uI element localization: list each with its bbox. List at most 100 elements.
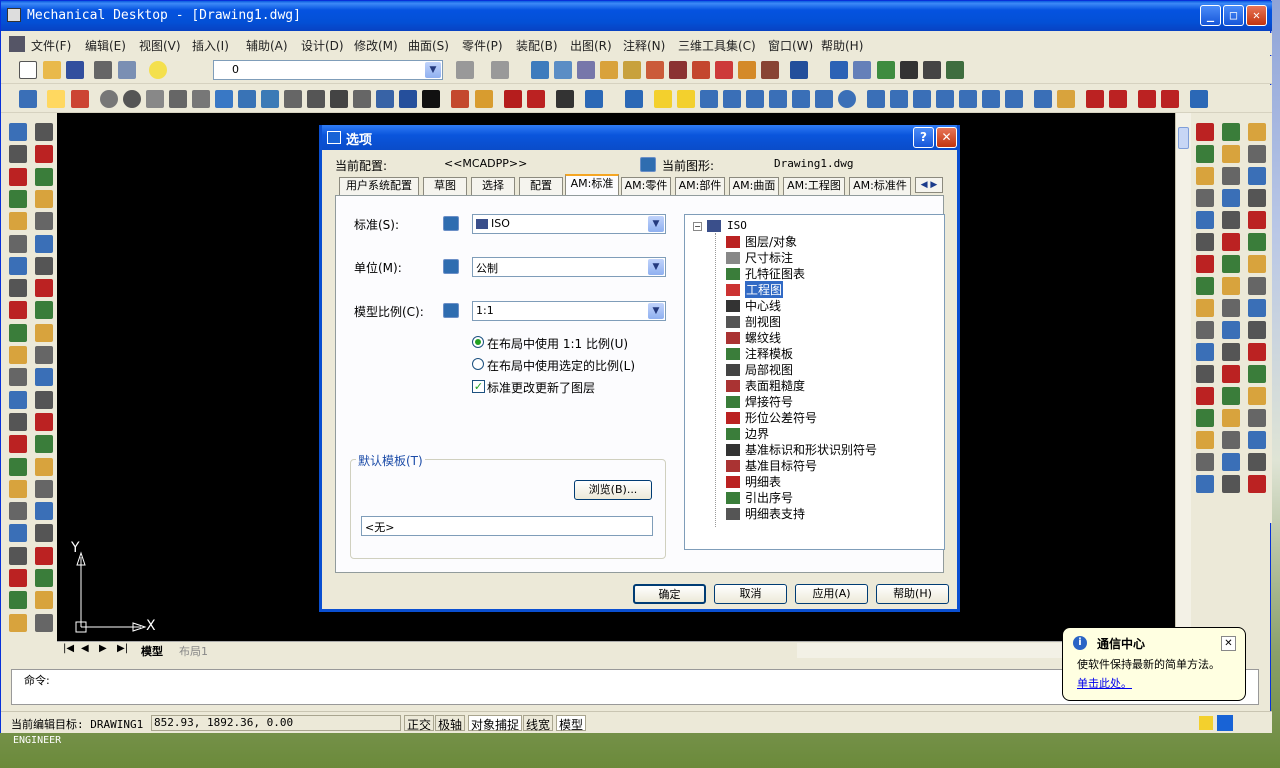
tool-icon[interactable] <box>35 502 53 521</box>
tool-icon[interactable] <box>35 546 53 565</box>
tool-icon[interactable] <box>9 256 27 275</box>
scroll-thumb[interactable] <box>1178 127 1189 149</box>
cancel-button[interactable]: 取消 <box>714 584 787 604</box>
tool-icon[interactable] <box>585 90 603 108</box>
minimize-button[interactable]: _ <box>1200 5 1221 26</box>
tool-icon[interactable] <box>1161 90 1179 108</box>
tool-icon[interactable] <box>353 90 371 108</box>
tool-icon[interactable] <box>35 412 53 431</box>
tool-icon[interactable] <box>35 613 53 632</box>
plot-icon[interactable] <box>94 61 112 79</box>
tab-layout1[interactable]: 布局1 <box>179 643 208 659</box>
tool-icon[interactable] <box>1222 431 1240 449</box>
mirror-icon[interactable] <box>890 90 908 108</box>
checkbox-update-layers[interactable]: ✓ <box>472 380 485 393</box>
tool-icon[interactable] <box>946 61 964 79</box>
menu-file[interactable]: 文件(F) <box>31 37 71 54</box>
warning-icon[interactable] <box>677 90 695 108</box>
tool-icon[interactable] <box>1196 321 1214 339</box>
menu-design[interactable]: 设计(D) <box>301 37 344 54</box>
tool-icon[interactable] <box>47 90 65 108</box>
redo-icon[interactable] <box>491 61 509 79</box>
tool-icon[interactable] <box>35 212 53 231</box>
line-icon[interactable] <box>700 90 718 108</box>
tool-icon[interactable] <box>1222 255 1240 273</box>
tool-icon[interactable] <box>1222 145 1240 163</box>
tool-icon[interactable] <box>238 90 256 108</box>
tool-icon[interactable] <box>35 167 53 186</box>
tree-item[interactable]: 明细表支持 <box>745 505 805 522</box>
tool-icon[interactable] <box>1248 431 1266 449</box>
radio-use-selected[interactable] <box>472 358 484 370</box>
dialog-title-bar[interactable]: 选项 ? ✕ <box>322 125 957 150</box>
title-bar[interactable]: Mechanical Desktop - [Drawing1.dwg] _ □ … <box>1 1 1272 31</box>
tab-am-surface[interactable]: AM:曲面 <box>729 177 779 195</box>
tool-icon[interactable] <box>1222 475 1240 493</box>
osnap-toggle[interactable]: 对象捕捉 <box>468 715 523 732</box>
tool-icon[interactable] <box>1196 123 1214 141</box>
tool-icon[interactable] <box>9 279 27 298</box>
menu-assist[interactable]: 辅助(A) <box>246 37 288 54</box>
tool-icon[interactable] <box>923 61 941 79</box>
menu-annotate[interactable]: 注释(N) <box>623 37 665 54</box>
scale-settings-icon[interactable] <box>443 303 459 318</box>
units-settings-icon[interactable] <box>443 259 459 274</box>
menu-modify[interactable]: 修改(M) <box>354 37 398 54</box>
lock-icon[interactable] <box>422 90 440 108</box>
tool-icon[interactable] <box>1086 90 1104 108</box>
trim-icon[interactable] <box>959 90 977 108</box>
tool-icon[interactable] <box>9 613 27 632</box>
tool-icon[interactable] <box>1222 189 1240 207</box>
tree-item[interactable]: 基准标识和形状识别符号 <box>745 441 877 458</box>
tool-icon[interactable] <box>1196 189 1214 207</box>
tool-icon[interactable] <box>1248 277 1266 295</box>
tool-icon[interactable] <box>35 323 53 342</box>
tool-icon[interactable] <box>1248 453 1266 471</box>
tool-icon[interactable] <box>1248 299 1266 317</box>
tool-icon[interactable] <box>692 61 710 79</box>
tab-am-drawing[interactable]: AM:工程图 <box>783 177 845 195</box>
tool-icon[interactable] <box>1196 255 1214 273</box>
polygon-icon[interactable] <box>815 90 833 108</box>
tree-collapse-icon[interactable]: − <box>693 222 702 231</box>
tool-icon[interactable] <box>35 123 53 141</box>
tool-icon[interactable] <box>475 90 493 108</box>
lineweight-toggle[interactable]: 线宽 <box>523 715 554 732</box>
tool-icon[interactable] <box>1222 343 1240 361</box>
menu-help[interactable]: 帮助(H) <box>821 37 863 54</box>
tool-icon[interactable] <box>1034 90 1052 108</box>
model-toggle[interactable]: 模型 <box>556 715 587 732</box>
tool-icon[interactable] <box>100 90 118 108</box>
tool-icon[interactable] <box>504 90 522 108</box>
tool-icon[interactable] <box>1196 233 1214 251</box>
save-icon[interactable] <box>66 61 84 79</box>
menu-3d-tools[interactable]: 三维工具集(C) <box>678 37 756 54</box>
tool-icon[interactable] <box>1222 299 1240 317</box>
tool-icon[interactable] <box>1222 211 1240 229</box>
help-icon[interactable] <box>790 61 808 79</box>
standard-settings-icon[interactable] <box>443 216 459 231</box>
tool-icon[interactable] <box>9 346 27 364</box>
tool-icon[interactable] <box>1196 277 1214 295</box>
tool-icon[interactable] <box>330 90 348 108</box>
tool-icon[interactable] <box>9 123 27 141</box>
zoom-icon[interactable] <box>853 61 871 79</box>
tool-icon[interactable] <box>1057 90 1075 108</box>
tree-item[interactable]: 基准目标符号 <box>745 457 817 474</box>
tool-icon[interactable] <box>9 323 27 342</box>
tool-icon[interactable] <box>9 368 27 387</box>
tool-icon[interactable] <box>9 591 27 610</box>
tool-icon[interactable] <box>35 569 53 587</box>
tree-item[interactable]: 引出序号 <box>745 489 793 506</box>
tool-icon[interactable] <box>1248 123 1266 141</box>
tool-icon[interactable] <box>169 90 187 108</box>
tree-item[interactable]: 局部视图 <box>745 361 793 378</box>
tool-icon[interactable] <box>9 412 27 431</box>
fillet-icon[interactable] <box>1005 90 1023 108</box>
tool-icon[interactable] <box>307 90 325 108</box>
comm-center-icon[interactable] <box>1217 715 1233 731</box>
tool-icon[interactable] <box>35 368 53 387</box>
tool-icon[interactable] <box>215 90 233 108</box>
line-icon[interactable] <box>723 90 741 108</box>
tool-icon[interactable] <box>9 524 27 543</box>
